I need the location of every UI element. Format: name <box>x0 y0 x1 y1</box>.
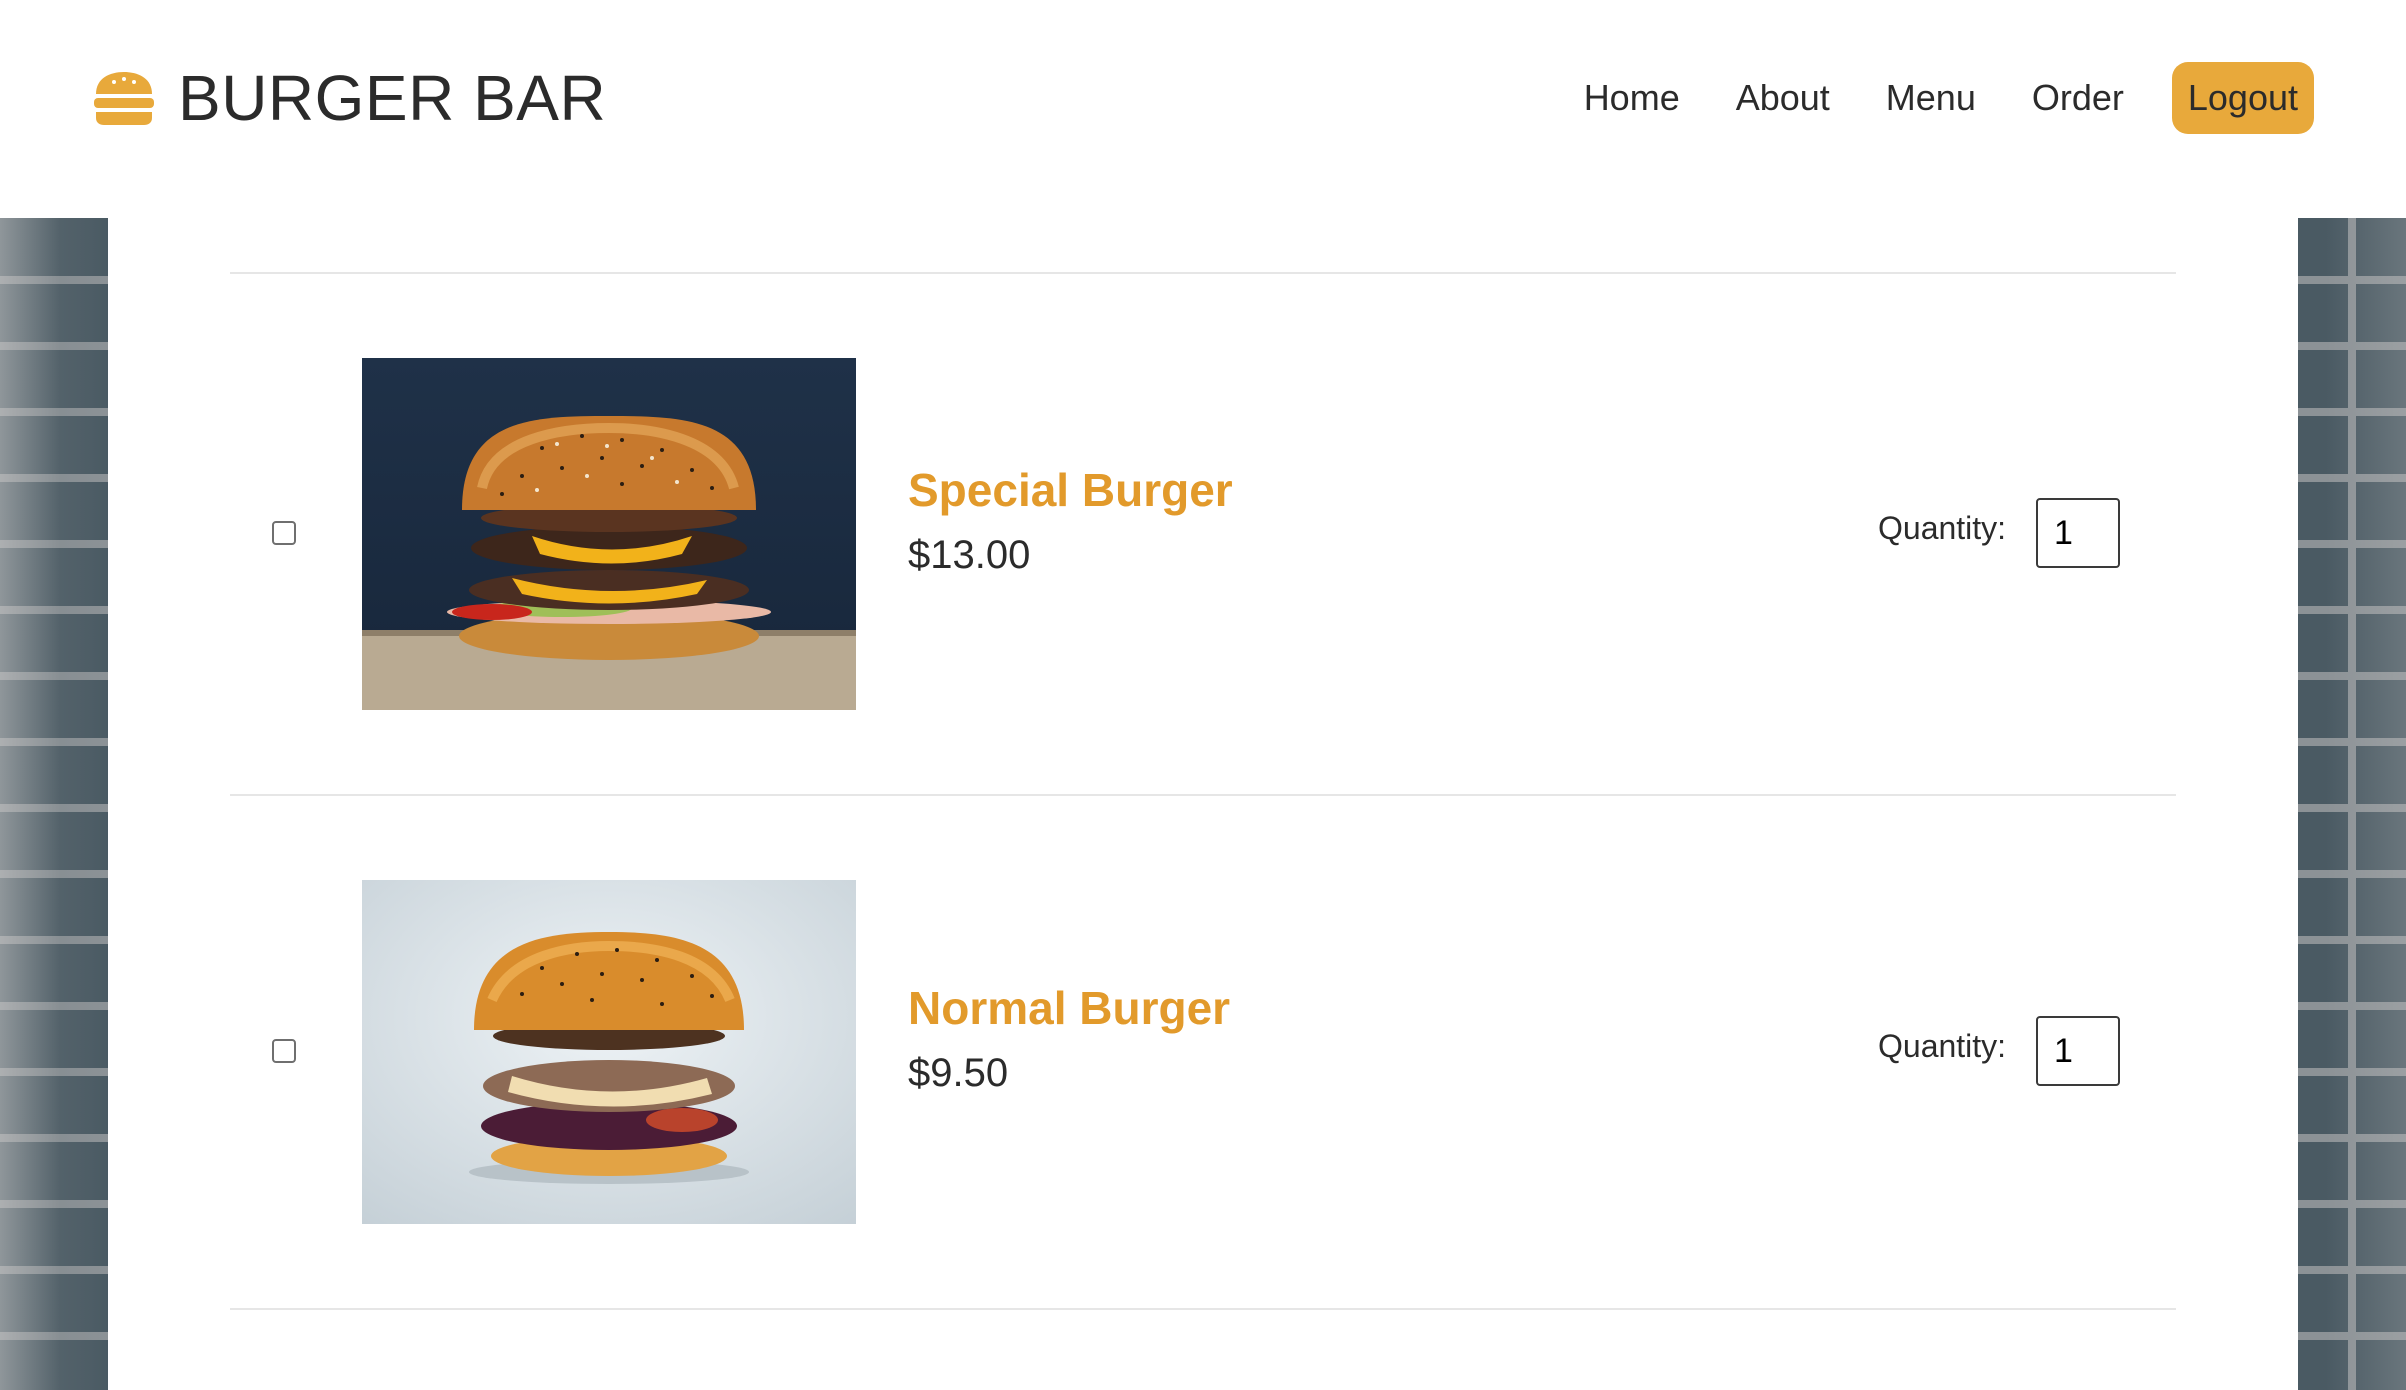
normal-burger-photo <box>362 880 856 1224</box>
item-select-checkbox[interactable] <box>272 1039 296 1063</box>
item-name: Special Burger <box>908 464 1233 516</box>
nav-menu[interactable]: Menu <box>1858 62 2004 134</box>
nav-about[interactable]: About <box>1708 62 1858 134</box>
item-price: $13.00 <box>908 533 1031 577</box>
nav-order[interactable]: Order <box>2004 62 2152 134</box>
quantity-input[interactable] <box>2036 498 2120 568</box>
divider <box>230 1308 2176 1310</box>
divider <box>230 272 2176 274</box>
order-panel: Special Burger $13.00 Quantity: 1 Normal… <box>108 218 2298 1390</box>
quantity-input[interactable] <box>2036 1016 2120 1086</box>
item-price: $9.50 <box>908 1051 1009 1095</box>
brand-name: BURGER BAR <box>178 62 607 134</box>
brand[interactable]: BURGER BAR <box>92 62 606 134</box>
quantity-label: Quantity: <box>1878 1028 2007 1064</box>
item-name: Normal Burger <box>908 982 1231 1034</box>
burger-icon <box>94 72 154 125</box>
quantity-label: Quantity: <box>1878 510 2007 546</box>
divider <box>230 794 2176 796</box>
special-burger-photo <box>362 358 856 710</box>
main-nav: Home About Menu Order Logout <box>1556 62 2314 134</box>
item-select-checkbox[interactable] <box>272 521 296 545</box>
nav-home[interactable]: Home <box>1556 62 1708 134</box>
logout-button[interactable]: Logout <box>2171 62 2314 134</box>
site-header: BURGER BAR Home About Menu Order Logout <box>0 0 2406 218</box>
